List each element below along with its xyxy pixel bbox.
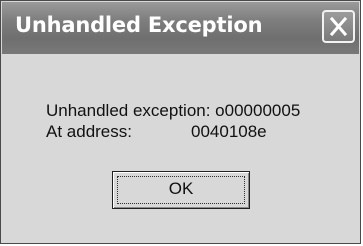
title-bar[interactable]: Unhandled Exception — [2, 2, 359, 54]
dialog-title: Unhandled Exception — [15, 13, 263, 37]
address-label: At address: — [46, 122, 132, 141]
ok-button-label: OK — [168, 179, 194, 198]
ok-button[interactable]: OK — [112, 171, 250, 209]
exception-message: Unhandled exception: o00000005 — [46, 101, 301, 120]
close-icon — [329, 16, 348, 37]
address-value: 0040108e — [191, 122, 267, 141]
dialog-window: Unhandled Exception Unhandled exception:… — [0, 0, 361, 244]
close-button[interactable] — [322, 10, 355, 43]
